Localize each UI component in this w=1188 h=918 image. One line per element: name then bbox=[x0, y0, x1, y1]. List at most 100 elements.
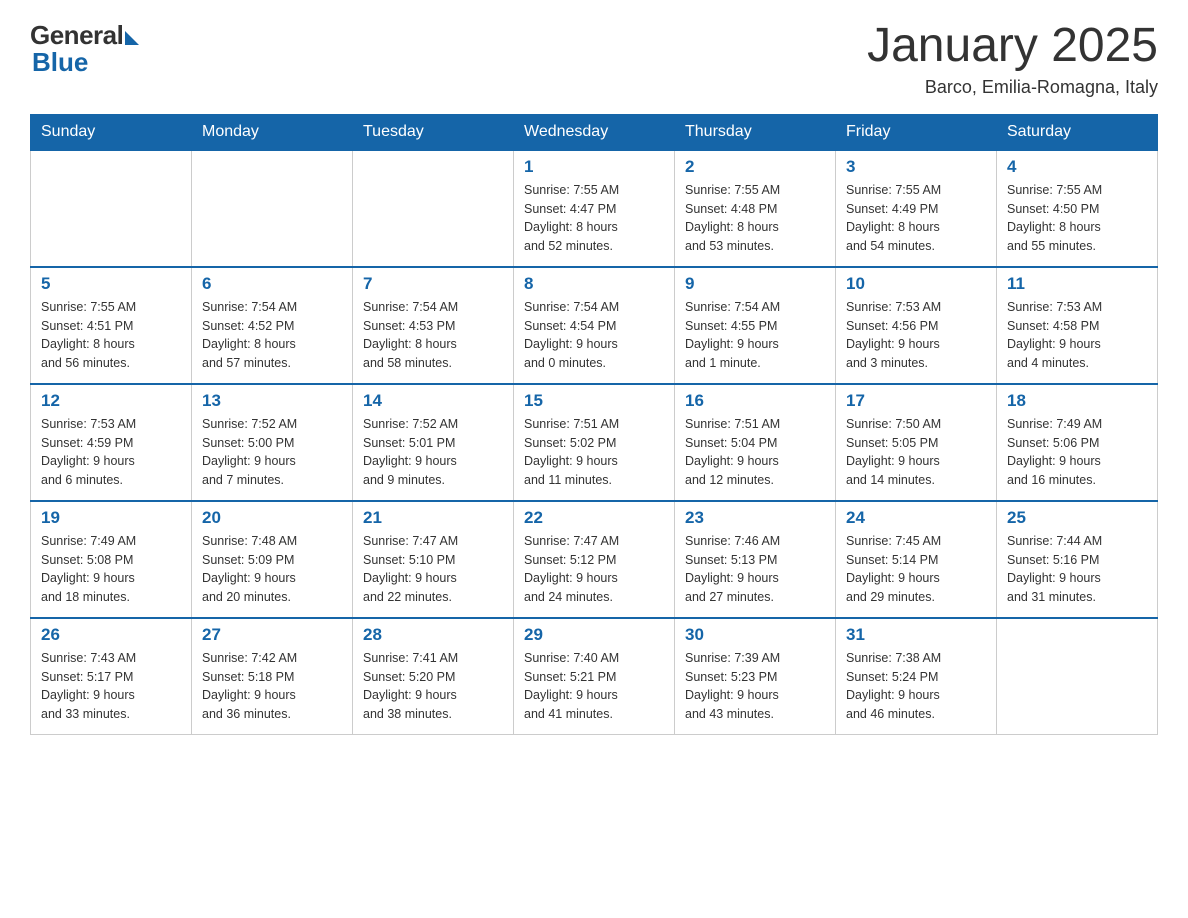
calendar-cell: 26Sunrise: 7:43 AM Sunset: 5:17 PM Dayli… bbox=[31, 618, 192, 735]
calendar-cell: 14 Sunrise: 7:52 AM Sunset: 5:01 PM Dayli… bbox=[353, 384, 514, 501]
day-info: Sunrise: 7:44 AM Sunset: 5:16 PM Dayligh… bbox=[1007, 532, 1147, 607]
day-info: Sunrise: 7:50 AM Sunset: 5:05 PM Dayligh… bbox=[846, 415, 986, 490]
day-info: Sunrise: 7:55 AM Sunset: 4:47 PM Dayligh… bbox=[524, 181, 664, 256]
day-info: Sunrise: 7:47 AM Sunset: 5:10 PM Dayligh… bbox=[363, 532, 503, 607]
day-info: Sunrise: 7:42 AM Sunset: 5:18 PM Dayligh… bbox=[202, 649, 342, 724]
day-header-wednesday: Wednesday bbox=[514, 114, 675, 150]
day-number: 28 bbox=[363, 625, 503, 645]
day-info: Sunrise: 7:52 AM Sunset: 5:01 PM Dayligh… bbox=[363, 415, 503, 490]
day-number: 13 bbox=[202, 391, 342, 411]
calendar-cell: 23 Sunrise: 7:46 AM Sunset: 5:13 PM Dayli… bbox=[675, 501, 836, 618]
day-number: 19 bbox=[41, 508, 181, 528]
day-number: 8 bbox=[524, 274, 664, 294]
calendar-cell: 18 Sunrise: 7:49 AM Sunset: 5:06 PM Dayli… bbox=[997, 384, 1158, 501]
calendar-cell bbox=[997, 618, 1158, 735]
calendar-cell: 16Sunrise: 7:51 AM Sunset: 5:04 PM Dayli… bbox=[675, 384, 836, 501]
location-subtitle: Barco, Emilia-Romagna, Italy bbox=[867, 77, 1158, 98]
day-info: Sunrise: 7:54 AM Sunset: 4:55 PM Dayligh… bbox=[685, 298, 825, 373]
day-info: Sunrise: 7:55 AM Sunset: 4:49 PM Dayligh… bbox=[846, 181, 986, 256]
day-info: Sunrise: 7:40 AM Sunset: 5:21 PM Dayligh… bbox=[524, 649, 664, 724]
day-number: 20 bbox=[202, 508, 342, 528]
calendar-cell: 15 Sunrise: 7:51 AM Sunset: 5:02 PM Dayli… bbox=[514, 384, 675, 501]
day-info: Sunrise: 7:48 AM Sunset: 5:09 PM Dayligh… bbox=[202, 532, 342, 607]
calendar-cell: 28 Sunrise: 7:41 AM Sunset: 5:20 PM Dayli… bbox=[353, 618, 514, 735]
calendar-cell: 27Sunrise: 7:42 AM Sunset: 5:18 PM Dayli… bbox=[192, 618, 353, 735]
day-number: 1 bbox=[524, 157, 664, 177]
calendar-cell: 31Sunrise: 7:38 AM Sunset: 5:24 PM Dayli… bbox=[836, 618, 997, 735]
day-info: Sunrise: 7:43 AM Sunset: 5:17 PM Dayligh… bbox=[41, 649, 181, 724]
day-info: Sunrise: 7:53 AM Sunset: 4:59 PM Dayligh… bbox=[41, 415, 181, 490]
day-number: 23 bbox=[685, 508, 825, 528]
day-number: 9 bbox=[685, 274, 825, 294]
day-info: Sunrise: 7:46 AM Sunset: 5:13 PM Dayligh… bbox=[685, 532, 825, 607]
day-number: 24 bbox=[846, 508, 986, 528]
calendar-cell: 21Sunrise: 7:47 AM Sunset: 5:10 PM Dayli… bbox=[353, 501, 514, 618]
day-header-monday: Monday bbox=[192, 114, 353, 150]
day-info: Sunrise: 7:53 AM Sunset: 4:58 PM Dayligh… bbox=[1007, 298, 1147, 373]
day-number: 4 bbox=[1007, 157, 1147, 177]
calendar-cell: 7 Sunrise: 7:54 AM Sunset: 4:53 PM Daylig… bbox=[353, 267, 514, 384]
calendar-cell: 30 Sunrise: 7:39 AM Sunset: 5:23 PM Dayli… bbox=[675, 618, 836, 735]
day-number: 30 bbox=[685, 625, 825, 645]
week-row-3: 12 Sunrise: 7:53 AM Sunset: 4:59 PM Dayli… bbox=[31, 384, 1158, 501]
calendar-cell: 9 Sunrise: 7:54 AM Sunset: 4:55 PM Daylig… bbox=[675, 267, 836, 384]
calendar-cell bbox=[192, 150, 353, 267]
week-row-4: 19 Sunrise: 7:49 AM Sunset: 5:08 PM Dayli… bbox=[31, 501, 1158, 618]
week-row-1: 1 Sunrise: 7:55 AM Sunset: 4:47 PM Daylig… bbox=[31, 150, 1158, 267]
page-header: General Blue January 2025 Barco, Emilia-… bbox=[30, 20, 1158, 98]
calendar-cell: 12 Sunrise: 7:53 AM Sunset: 4:59 PM Dayli… bbox=[31, 384, 192, 501]
logo-arrow-icon bbox=[125, 31, 139, 45]
day-number: 29 bbox=[524, 625, 664, 645]
week-row-2: 5Sunrise: 7:55 AM Sunset: 4:51 PM Daylig… bbox=[31, 267, 1158, 384]
calendar-cell: 5Sunrise: 7:55 AM Sunset: 4:51 PM Daylig… bbox=[31, 267, 192, 384]
calendar-table: SundayMondayTuesdayWednesdayThursdayFrid… bbox=[30, 114, 1158, 735]
title-block: January 2025 Barco, Emilia-Romagna, Ital… bbox=[867, 20, 1158, 98]
calendar-cell: 19 Sunrise: 7:49 AM Sunset: 5:08 PM Dayli… bbox=[31, 501, 192, 618]
calendar-cell: 24 Sunrise: 7:45 AM Sunset: 5:14 PM Dayli… bbox=[836, 501, 997, 618]
calendar-cell: 20 Sunrise: 7:48 AM Sunset: 5:09 PM Dayli… bbox=[192, 501, 353, 618]
calendar-cell: 4Sunrise: 7:55 AM Sunset: 4:50 PM Daylig… bbox=[997, 150, 1158, 267]
calendar-header-row: SundayMondayTuesdayWednesdayThursdayFrid… bbox=[31, 114, 1158, 150]
day-number: 18 bbox=[1007, 391, 1147, 411]
day-info: Sunrise: 7:38 AM Sunset: 5:24 PM Dayligh… bbox=[846, 649, 986, 724]
calendar-cell: 6 Sunrise: 7:54 AM Sunset: 4:52 PM Daylig… bbox=[192, 267, 353, 384]
day-header-sunday: Sunday bbox=[31, 114, 192, 150]
day-info: Sunrise: 7:49 AM Sunset: 5:08 PM Dayligh… bbox=[41, 532, 181, 607]
day-header-thursday: Thursday bbox=[675, 114, 836, 150]
day-info: Sunrise: 7:51 AM Sunset: 5:04 PM Dayligh… bbox=[685, 415, 825, 490]
day-number: 11 bbox=[1007, 274, 1147, 294]
calendar-cell: 17 Sunrise: 7:50 AM Sunset: 5:05 PM Dayli… bbox=[836, 384, 997, 501]
calendar-cell: 3 Sunrise: 7:55 AM Sunset: 4:49 PM Daylig… bbox=[836, 150, 997, 267]
day-info: Sunrise: 7:47 AM Sunset: 5:12 PM Dayligh… bbox=[524, 532, 664, 607]
calendar-cell: 25 Sunrise: 7:44 AM Sunset: 5:16 PM Dayli… bbox=[997, 501, 1158, 618]
day-number: 22 bbox=[524, 508, 664, 528]
day-number: 25 bbox=[1007, 508, 1147, 528]
day-info: Sunrise: 7:41 AM Sunset: 5:20 PM Dayligh… bbox=[363, 649, 503, 724]
day-info: Sunrise: 7:54 AM Sunset: 4:52 PM Dayligh… bbox=[202, 298, 342, 373]
day-header-friday: Friday bbox=[836, 114, 997, 150]
calendar-cell: 10Sunrise: 7:53 AM Sunset: 4:56 PM Dayli… bbox=[836, 267, 997, 384]
day-info: Sunrise: 7:54 AM Sunset: 4:53 PM Dayligh… bbox=[363, 298, 503, 373]
day-number: 14 bbox=[363, 391, 503, 411]
day-number: 3 bbox=[846, 157, 986, 177]
day-info: Sunrise: 7:51 AM Sunset: 5:02 PM Dayligh… bbox=[524, 415, 664, 490]
week-row-5: 26Sunrise: 7:43 AM Sunset: 5:17 PM Dayli… bbox=[31, 618, 1158, 735]
day-number: 7 bbox=[363, 274, 503, 294]
calendar-cell: 2Sunrise: 7:55 AM Sunset: 4:48 PM Daylig… bbox=[675, 150, 836, 267]
calendar-cell bbox=[353, 150, 514, 267]
day-number: 5 bbox=[41, 274, 181, 294]
day-info: Sunrise: 7:45 AM Sunset: 5:14 PM Dayligh… bbox=[846, 532, 986, 607]
day-number: 12 bbox=[41, 391, 181, 411]
month-year-title: January 2025 bbox=[867, 20, 1158, 73]
logo-blue-text: Blue bbox=[32, 47, 88, 78]
day-number: 2 bbox=[685, 157, 825, 177]
day-number: 10 bbox=[846, 274, 986, 294]
day-number: 17 bbox=[846, 391, 986, 411]
day-info: Sunrise: 7:39 AM Sunset: 5:23 PM Dayligh… bbox=[685, 649, 825, 724]
day-number: 15 bbox=[524, 391, 664, 411]
calendar-cell: 22 Sunrise: 7:47 AM Sunset: 5:12 PM Dayli… bbox=[514, 501, 675, 618]
day-info: Sunrise: 7:49 AM Sunset: 5:06 PM Dayligh… bbox=[1007, 415, 1147, 490]
calendar-cell: 1 Sunrise: 7:55 AM Sunset: 4:47 PM Daylig… bbox=[514, 150, 675, 267]
calendar-cell: 8Sunrise: 7:54 AM Sunset: 4:54 PM Daylig… bbox=[514, 267, 675, 384]
day-number: 6 bbox=[202, 274, 342, 294]
